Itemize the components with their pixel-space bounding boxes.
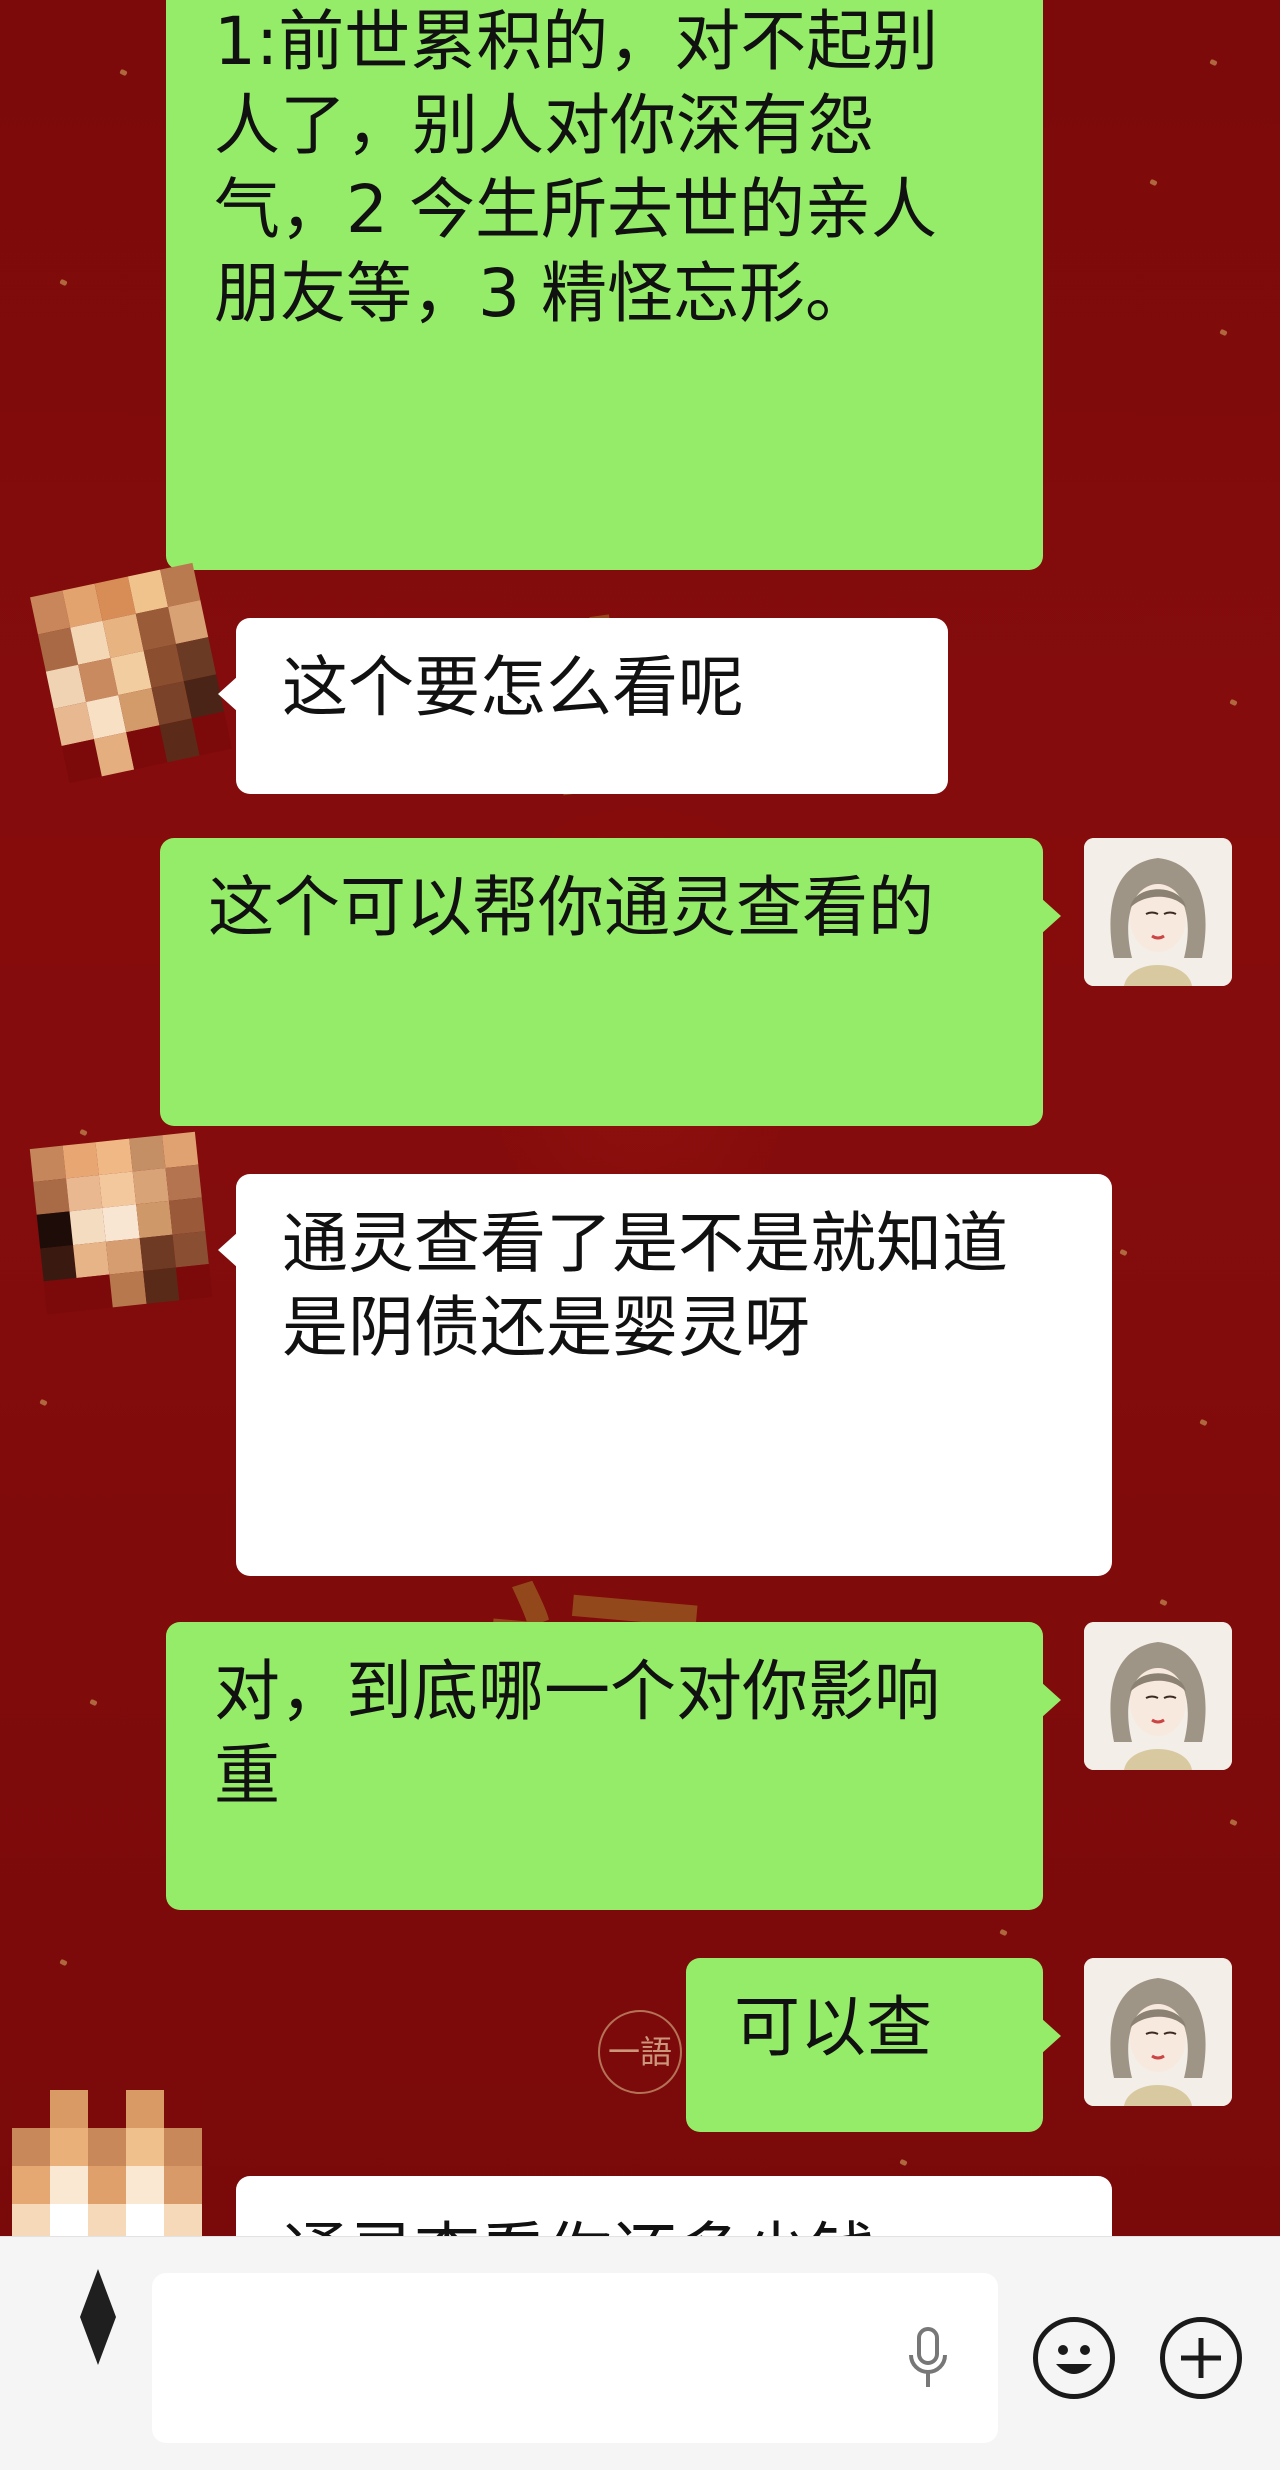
woman-portrait-icon [1084, 1958, 1232, 2106]
message-input[interactable] [152, 2273, 998, 2443]
microphone-icon[interactable] [906, 2325, 950, 2395]
message-bubble-received[interactable]: 这个要怎么看呢 [218, 618, 948, 794]
plus-icon [1181, 2338, 1221, 2378]
message-bubble-sent[interactable]: 可以查 [686, 1958, 1061, 2132]
contact-avatar-blurred[interactable] [30, 562, 232, 784]
emoji-button[interactable] [1033, 2317, 1115, 2399]
seal-stamp: 一語 [598, 2010, 682, 2094]
chat-area[interactable]: 吉 大 利 福 一語 1:前世累积的，对不起别人了，别人对你深有怨气，2 今生所… [0, 0, 1280, 2236]
message-bubble-sent[interactable]: 1:前世累积的，对不起别人了，别人对你深有怨气，2 今生所去世的亲人朋友等，3 … [166, 0, 1043, 570]
woman-portrait-icon [1084, 838, 1232, 986]
contact-avatar-blurred[interactable] [29, 1131, 213, 1315]
user-avatar[interactable] [1084, 838, 1232, 986]
message-bubble-sent[interactable]: 这个可以帮你通灵查看的 [160, 838, 1061, 1126]
message-bubble-sent[interactable]: 对，到底哪一个对你影响重 [166, 1622, 1061, 1910]
smiley-icon [1056, 2345, 1092, 2374]
contact-avatar-blurred[interactable] [12, 2090, 202, 2236]
user-avatar[interactable] [1084, 1958, 1232, 2106]
message-bubble-received[interactable]: 通灵查看你还多少钱 [218, 2176, 1112, 2236]
keyboard-toggle-icon[interactable] [78, 2267, 118, 2377]
more-button[interactable] [1160, 2317, 1242, 2399]
woman-portrait-icon [1084, 1622, 1232, 1770]
message-bubble-received[interactable]: 通灵查看了是不是就知道是阴债还是婴灵呀 [218, 1174, 1112, 1576]
user-avatar[interactable] [1084, 1622, 1232, 1770]
input-bar [0, 2236, 1280, 2470]
